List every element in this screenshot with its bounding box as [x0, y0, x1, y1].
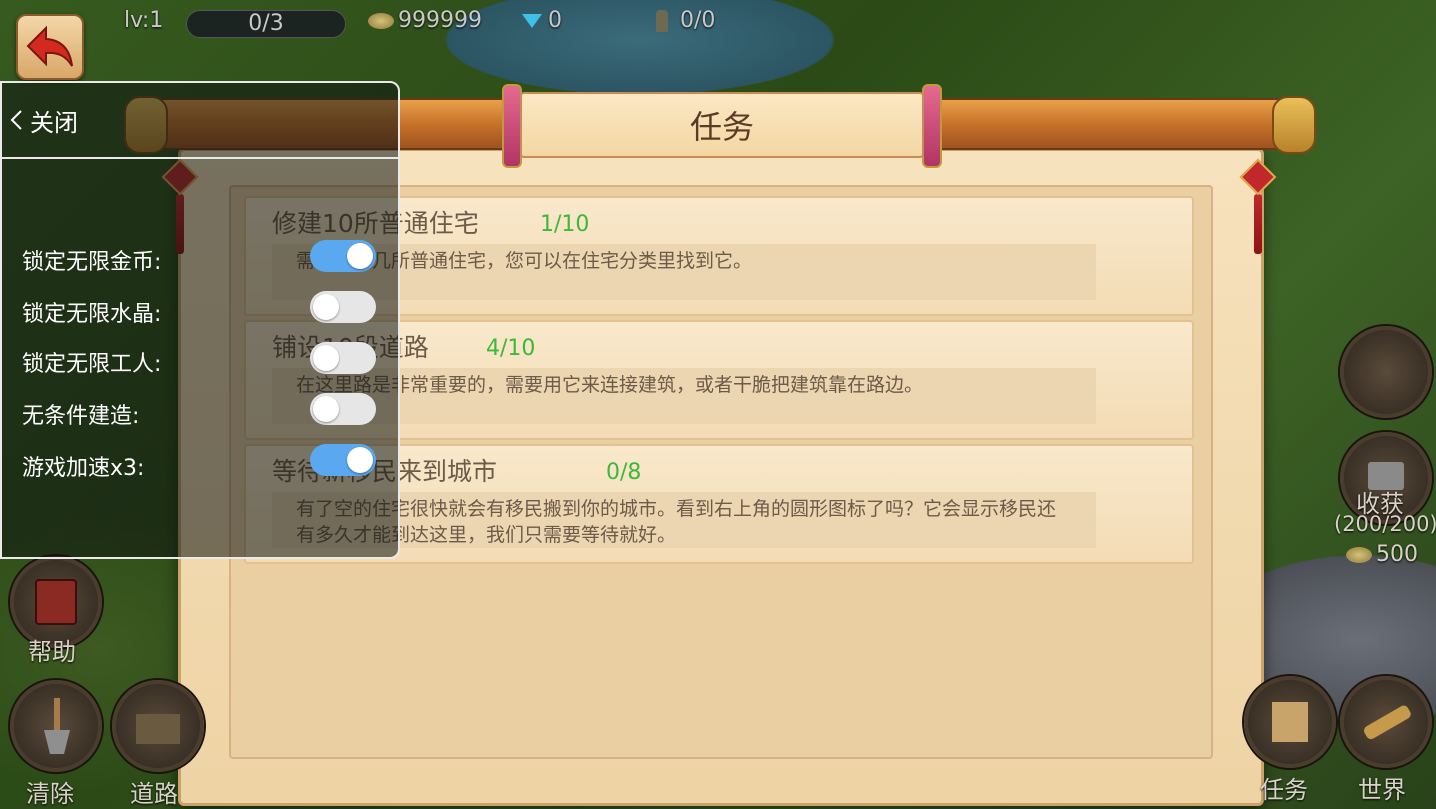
shovel-icon — [44, 698, 70, 754]
gem-value: 0 — [548, 8, 562, 33]
title-plate-end-right — [922, 84, 942, 168]
toggle-infinite-workers[interactable] — [310, 342, 376, 374]
worker-icon — [656, 10, 668, 32]
option-label: 锁定无限水晶: — [22, 302, 162, 327]
option-label: 锁定无限金币: — [22, 250, 162, 275]
toggle-speed-x3[interactable] — [310, 444, 376, 476]
option-label: 无条件建造: — [22, 404, 140, 429]
quest-progress: 4/10 — [486, 336, 536, 361]
task-button[interactable] — [1244, 676, 1336, 768]
world-label: 世界 — [1358, 776, 1406, 804]
quest-progress: 0/8 — [606, 460, 642, 485]
level-label: lv:1 — [124, 8, 164, 33]
top-hud: lv:1 0/3 999999 0 0/0 — [0, 0, 1436, 80]
close-button[interactable]: 关闭 — [8, 103, 78, 138]
quest-progress: 1/10 — [540, 212, 590, 237]
chevron-left-icon — [10, 110, 22, 130]
map-icon — [1272, 702, 1308, 742]
citizen-button[interactable] — [1340, 326, 1432, 418]
worker-value: 0/0 — [680, 8, 716, 33]
option-label: 游戏加速x3: — [22, 456, 145, 481]
toggle-free-build[interactable] — [310, 393, 376, 425]
telescope-icon — [1364, 705, 1411, 740]
road-icon — [136, 714, 180, 744]
population-bar: 0/3 — [186, 10, 346, 38]
title-plate-end-left — [502, 84, 522, 168]
world-button[interactable] — [1340, 676, 1432, 768]
road-button[interactable] — [112, 680, 204, 772]
clear-label: 清除 — [26, 780, 74, 808]
scroll-cap-right — [1272, 96, 1316, 154]
toggle-infinite-crystals[interactable] — [310, 291, 376, 323]
chinese-knot-right — [1239, 158, 1277, 258]
task-label: 任务 — [1260, 776, 1308, 804]
close-label: 关闭 — [30, 108, 78, 137]
coin-icon — [1346, 547, 1372, 563]
back-button[interactable] — [16, 14, 84, 80]
coin-counter: 999999 — [368, 8, 482, 33]
harvest-count: (200/200) — [1334, 512, 1436, 536]
option-label: 锁定无限工人: — [22, 352, 162, 377]
harvest-coins: 500 — [1346, 542, 1418, 567]
coin-value: 999999 — [398, 8, 482, 33]
toggle-infinite-coins[interactable] — [310, 240, 376, 272]
gem-icon — [522, 14, 542, 28]
harvest-coins-value: 500 — [1376, 542, 1418, 567]
worker-counter: 0/0 — [656, 8, 715, 33]
help-label: 帮助 — [28, 638, 76, 666]
panel-title: 任务 — [520, 92, 924, 158]
coin-icon — [368, 13, 394, 29]
clear-button[interactable] — [10, 680, 102, 772]
road-label: 道路 — [130, 780, 178, 808]
back-arrow-icon — [26, 25, 73, 67]
population-text: 0/3 — [248, 11, 284, 36]
cheat-menu-header: 关闭 — [2, 83, 398, 159]
gem-counter: 0 — [522, 8, 562, 33]
